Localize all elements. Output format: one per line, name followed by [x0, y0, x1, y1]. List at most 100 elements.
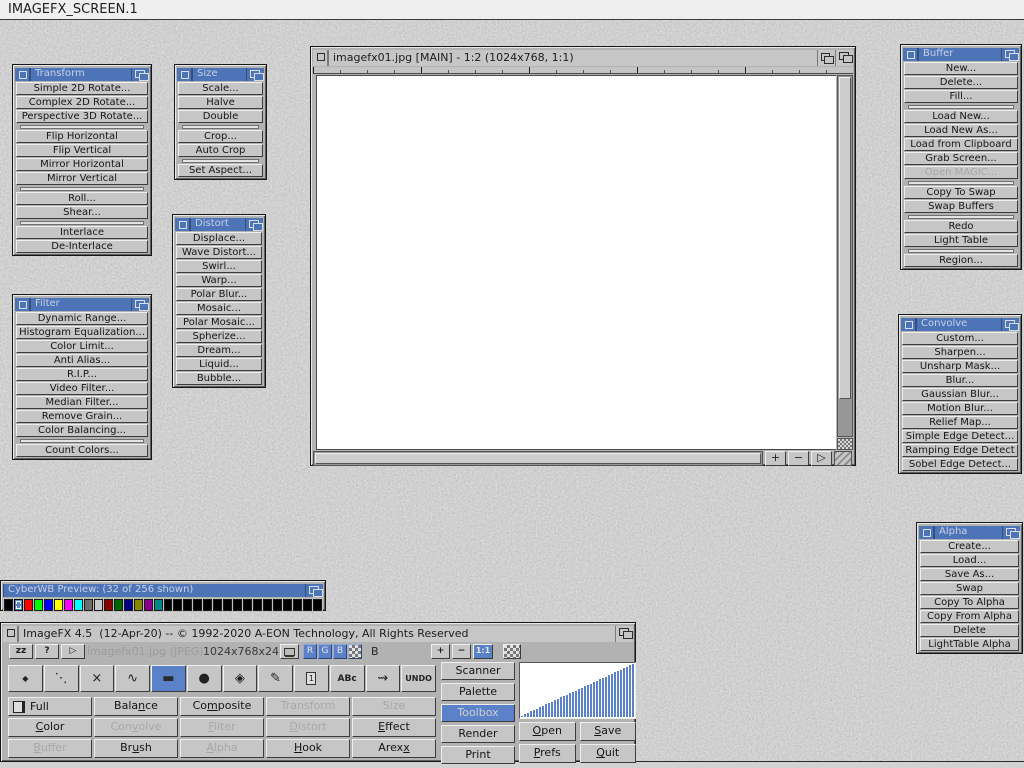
buffer-titlebar[interactable]: Buffer: [903, 48, 1019, 61]
color-swatch[interactable]: [253, 599, 262, 611]
convolve-button[interactable]: Convolve: [94, 718, 178, 737]
color-swatch[interactable]: [114, 599, 123, 611]
prefs-button[interactable]: Prefs: [519, 744, 576, 763]
close-icon[interactable]: [3, 626, 18, 642]
dream-button[interactable]: Dream...: [176, 344, 262, 357]
color-swatch[interactable]: [4, 599, 13, 611]
crop-button[interactable]: Crop...: [178, 130, 263, 143]
color-swatch[interactable]: [243, 599, 252, 611]
video-filter-button[interactable]: Video Filter...: [16, 382, 148, 395]
de-interlace-button[interactable]: De-Interlace: [16, 240, 148, 253]
auto-crop-button[interactable]: Auto Crop: [178, 144, 263, 157]
median-filter-button[interactable]: Median Filter...: [16, 396, 148, 409]
spherize-button[interactable]: Spherize...: [176, 330, 262, 343]
light-table-button[interactable]: Light Table: [904, 234, 1018, 247]
load-new-button[interactable]: Load New...: [904, 110, 1018, 123]
polygon-tool[interactable]: ◈: [223, 665, 258, 692]
depth-icon[interactable]: [246, 68, 264, 81]
depth-icon[interactable]: [615, 626, 633, 642]
zoom-out-button[interactable]: −: [788, 451, 809, 466]
depth-icon[interactable]: [131, 298, 149, 311]
copy-from-alpha-button[interactable]: Copy From Alpha: [920, 610, 1019, 623]
redo-button[interactable]: Redo: [904, 220, 1018, 233]
sobel-edge-detect-button[interactable]: Sobel Edge Detect...: [902, 458, 1018, 471]
depth-icon[interactable]: [835, 50, 853, 66]
shear-button[interactable]: Shear...: [16, 206, 148, 219]
alpha-channel-button[interactable]: [348, 644, 362, 659]
rectangle-tool[interactable]: ▬: [151, 665, 186, 692]
color-balancing-button[interactable]: Color Balancing...: [16, 424, 148, 437]
airbrush-tool[interactable]: ⋱: [44, 665, 79, 692]
load-button[interactable]: Load...: [920, 554, 1019, 567]
color-swatch[interactable]: [124, 599, 133, 611]
count-colors-button[interactable]: Count Colors...: [16, 444, 148, 457]
pattern-button[interactable]: [503, 644, 521, 659]
one-to-one-button[interactable]: 1:1: [473, 644, 493, 659]
halve-button[interactable]: Halve: [178, 96, 263, 109]
depth-icon[interactable]: [1002, 526, 1020, 539]
toolbox-button[interactable]: Toolbox: [441, 704, 515, 722]
alpha-titlebar[interactable]: Alpha: [919, 526, 1020, 539]
blue-channel-button[interactable]: B: [333, 644, 347, 659]
grab-screen-button[interactable]: Grab Screen...: [904, 152, 1018, 165]
render-button[interactable]: Render: [441, 725, 515, 743]
size-titlebar[interactable]: Size: [177, 68, 264, 81]
hook-button[interactable]: Hook: [266, 739, 350, 758]
zoom-in-button[interactable]: +: [431, 644, 450, 659]
buffer-button[interactable]: Buffer: [8, 739, 92, 758]
blur-button[interactable]: Blur...: [902, 374, 1018, 387]
freehand-tool[interactable]: ✎: [258, 665, 293, 692]
alpha-button[interactable]: Alpha: [180, 739, 264, 758]
ellipse-tool[interactable]: ●: [187, 665, 222, 692]
color-limit-button[interactable]: Color Limit...: [16, 340, 148, 353]
simple-2d-rotate-button[interactable]: Simple 2D Rotate...: [16, 82, 148, 95]
region-button[interactable]: Region...: [904, 254, 1018, 267]
close-icon[interactable]: [903, 48, 918, 61]
palette-titlebar[interactable]: CyberWB Preview: (32 of 256 shown): [3, 584, 323, 597]
polar-blur-button[interactable]: Polar Blur...: [176, 288, 262, 301]
swirl-button[interactable]: Swirl...: [176, 260, 262, 273]
color-swatch[interactable]: [313, 599, 322, 611]
close-icon[interactable]: [177, 68, 192, 81]
screen-titlebar[interactable]: IMAGEFX_SCREEN.1: [0, 0, 1024, 20]
color-swatch[interactable]: [263, 599, 272, 611]
full-button[interactable]: Full: [8, 697, 92, 716]
open-magic-button[interactable]: Open MAGIC...: [904, 166, 1018, 179]
color-swatch[interactable]: [173, 599, 182, 611]
create-button[interactable]: Create...: [920, 540, 1019, 553]
swap-button[interactable]: Swap: [920, 582, 1019, 595]
close-icon[interactable]: [919, 526, 934, 539]
copy-to-swap-button[interactable]: Copy To Swap: [904, 186, 1018, 199]
open-button[interactable]: Open: [519, 722, 576, 741]
anti-alias-button[interactable]: Anti Alias...: [16, 354, 148, 367]
horizontal-scrollbar-thumb[interactable]: [315, 453, 761, 464]
depth-icon[interactable]: [1001, 318, 1019, 331]
depth-icon[interactable]: [131, 68, 149, 81]
distort-titlebar[interactable]: Distort: [175, 218, 263, 231]
balance-button[interactable]: Balance: [94, 697, 178, 716]
grid-gadget-icon[interactable]: [837, 438, 853, 450]
color-swatch[interactable]: [183, 599, 192, 611]
transform-titlebar[interactable]: Transform: [15, 68, 149, 81]
motion-blur-button[interactable]: Motion Blur...: [902, 402, 1018, 415]
save-as-button[interactable]: Save As...: [920, 568, 1019, 581]
mirror-horizontal-button[interactable]: Mirror Horizontal: [16, 158, 148, 171]
color-swatch[interactable]: [283, 599, 292, 611]
color-swatch[interactable]: [84, 599, 93, 611]
r-i-p-button[interactable]: R.I.P...: [16, 368, 148, 381]
zoom-gadget-icon[interactable]: [817, 50, 835, 66]
curve-tool[interactable]: ∿: [115, 665, 150, 692]
depth-icon[interactable]: [305, 584, 323, 597]
liquid-button[interactable]: Liquid...: [176, 358, 262, 371]
mirror-vertical-button[interactable]: Mirror Vertical: [16, 172, 148, 185]
mosaic-button[interactable]: Mosaic...: [176, 302, 262, 315]
horizontal-scrollbar[interactable]: [313, 451, 763, 466]
size-button[interactable]: Size: [352, 697, 436, 716]
line-tool[interactable]: ×: [80, 665, 115, 692]
view-cycle-button[interactable]: ▷: [811, 451, 832, 466]
convolve-titlebar[interactable]: Convolve: [901, 318, 1019, 331]
color-swatch[interactable]: [14, 599, 23, 611]
arexx-button[interactable]: Arexx: [352, 739, 436, 758]
bubble-button[interactable]: Bubble...: [176, 372, 262, 385]
flip-horizontal-button[interactable]: Flip Horizontal: [16, 130, 148, 143]
